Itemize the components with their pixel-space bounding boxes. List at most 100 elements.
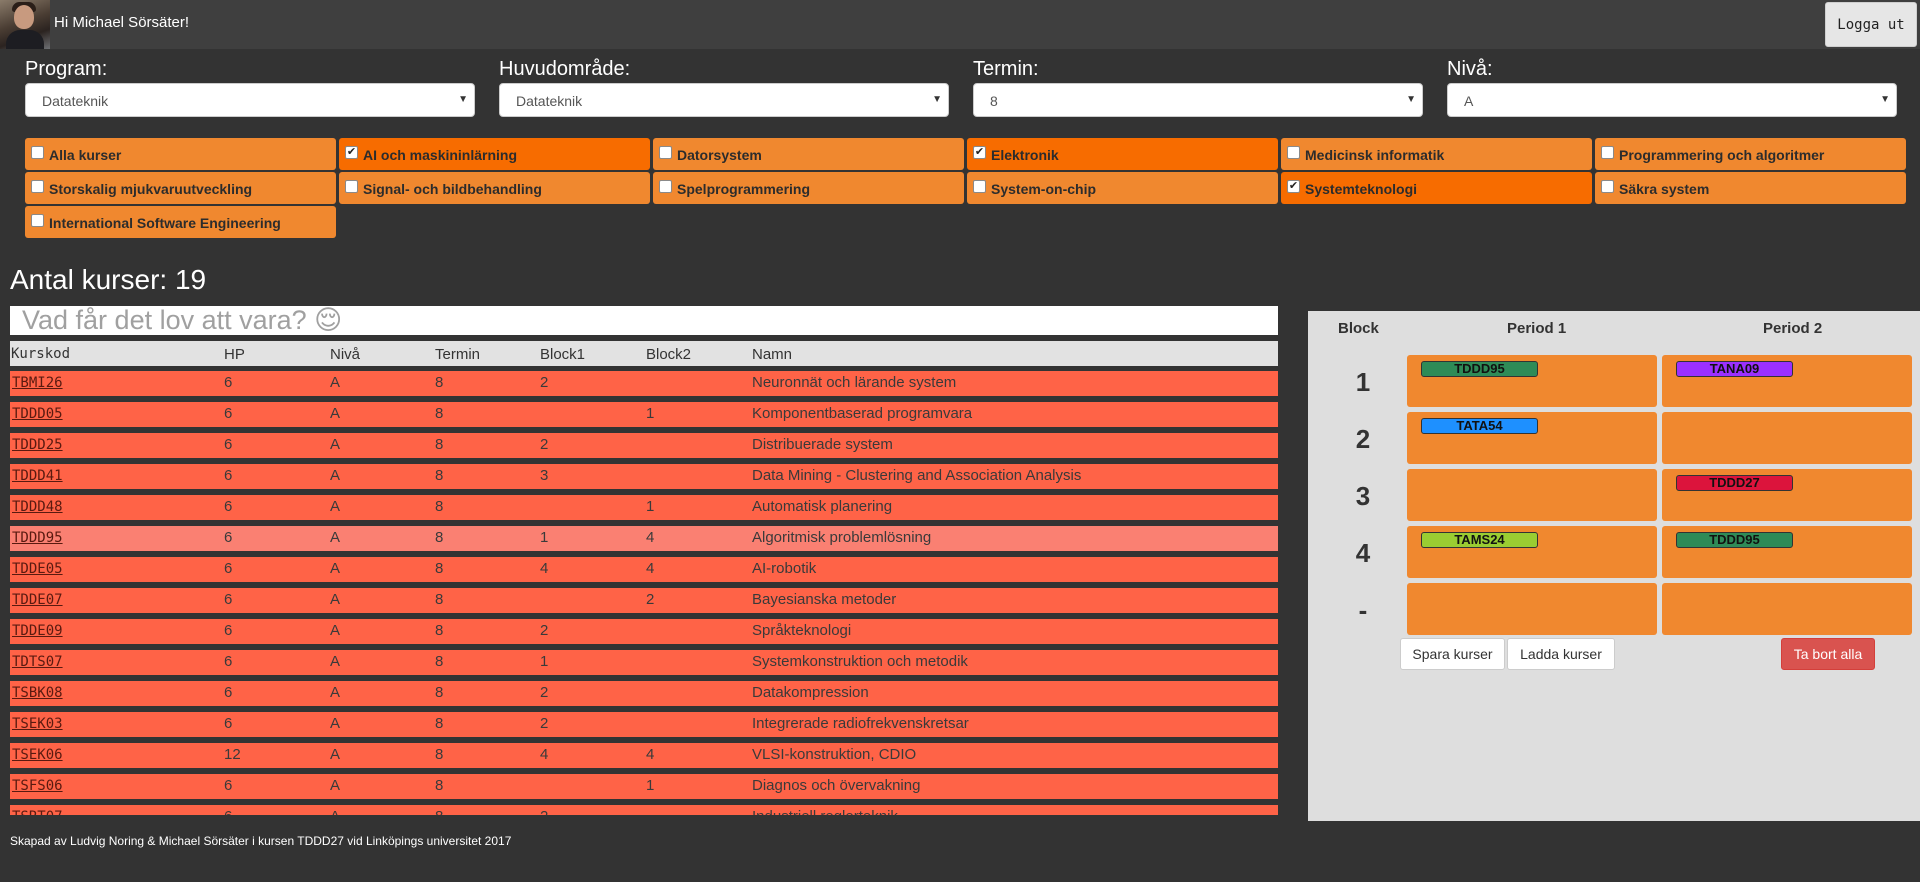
course-code-link[interactable]: TDDE07 — [12, 592, 63, 608]
schedule-cell-period2[interactable]: TDDD95 — [1662, 526, 1912, 578]
category-toggle[interactable]: System-on-chip — [967, 172, 1278, 204]
course-code-link[interactable]: TDDD95 — [12, 530, 63, 546]
remove-all-button[interactable]: Ta bort alla — [1781, 638, 1875, 670]
category-checkbox[interactable] — [345, 180, 358, 193]
table-row[interactable]: TDDD41 6 A 8 3 Data Mining - Clustering and A… — [10, 464, 1278, 489]
column-header-block2[interactable]: Block2 — [646, 346, 691, 363]
category-toggle[interactable]: International Software Engineering — [25, 206, 336, 238]
category-checkbox[interactable]: ✔ — [1287, 180, 1300, 193]
column-header-code[interactable]: Kurskod — [11, 346, 70, 362]
schedule-cell-period1[interactable] — [1407, 469, 1657, 521]
cell-term: 8 — [435, 467, 444, 484]
course-code-link[interactable]: TDTS07 — [12, 654, 63, 670]
cell-block1: 2 — [540, 622, 549, 639]
table-row[interactable]: TBMI26 6 A 8 2 Neuronnät och lärande system — [10, 371, 1278, 396]
column-header-block1[interactable]: Block1 — [540, 346, 585, 363]
category-toggle[interactable]: ✔ Systemteknologi — [1281, 172, 1592, 204]
course-chip[interactable]: TDDD95 — [1676, 532, 1793, 548]
category-toggle[interactable]: ✔ AI och maskininlärning — [339, 138, 650, 170]
schedule-cell-period1[interactable] — [1407, 583, 1657, 635]
category-checkbox[interactable] — [659, 180, 672, 193]
schedule-cell-period2[interactable] — [1662, 583, 1912, 635]
course-chip[interactable]: TANA09 — [1676, 361, 1793, 377]
table-row[interactable]: TSEK03 6 A 8 2 Integrerade radiofrekvenskrets… — [10, 712, 1278, 737]
category-toggle[interactable]: Signal- och bildbehandling — [339, 172, 650, 204]
course-code-link[interactable]: TDDE09 — [12, 623, 63, 639]
category-checkbox[interactable]: ✔ — [345, 146, 358, 159]
cell-name: Diagnos och övervakning — [752, 777, 921, 794]
search-input[interactable] — [10, 306, 1278, 335]
column-header-hp[interactable]: HP — [224, 346, 245, 363]
course-code-link[interactable]: TDDE05 — [12, 561, 63, 577]
schedule-cell-period1[interactable]: TAMS24 — [1407, 526, 1657, 578]
category-checkbox[interactable] — [1601, 146, 1614, 159]
save-courses-button[interactable]: Spara kurser — [1400, 638, 1505, 670]
table-row[interactable]: TDTS07 6 A 8 1 Systemkonstruktion och metodik — [10, 650, 1278, 675]
schedule-cell-period2[interactable]: TDDD27 — [1662, 469, 1912, 521]
course-code-link[interactable]: TDDD48 — [12, 499, 63, 515]
course-code-link[interactable]: TSFS06 — [12, 778, 63, 794]
category-toggle[interactable]: Storskalig mjukvaruutveckling — [25, 172, 336, 204]
course-code-link[interactable]: TSRT07 — [12, 809, 63, 815]
course-code-link[interactable]: TDDD05 — [12, 406, 63, 422]
category-toggle[interactable]: Spelprogrammering — [653, 172, 964, 204]
course-code-link[interactable]: TDDD41 — [12, 468, 63, 484]
category-checkbox[interactable] — [659, 146, 672, 159]
cell-hp: 6 — [224, 374, 233, 391]
load-courses-button[interactable]: Ladda kurser — [1507, 638, 1615, 670]
category-toggle[interactable]: Säkra system — [1595, 172, 1906, 204]
column-header-term[interactable]: Termin — [435, 346, 480, 363]
table-row[interactable]: TDDE09 6 A 8 2 Språkteknologi — [10, 619, 1278, 644]
column-header-name[interactable]: Namn — [752, 346, 792, 363]
course-code-link[interactable]: TSEK06 — [12, 747, 63, 763]
table-row[interactable]: TDDD48 6 A 8 1 Automatisk planering — [10, 495, 1278, 520]
table-row[interactable]: TDDE07 6 A 8 2 Bayesianska metoder — [10, 588, 1278, 613]
category-toggle[interactable]: Datorsystem — [653, 138, 964, 170]
schedule-cell-period2[interactable]: TANA09 — [1662, 355, 1912, 407]
program-select[interactable]: Datateknik ▼ — [25, 83, 475, 117]
term-select[interactable]: 8 ▼ — [973, 83, 1423, 117]
table-row[interactable]: TSRT07 6 A 8 2 Industriell reglerteknik — [10, 805, 1278, 815]
category-toggle[interactable]: Medicinsk informatik — [1281, 138, 1592, 170]
category-checkbox[interactable]: ✔ — [973, 146, 986, 159]
table-row[interactable]: TDDD05 6 A 8 1 Komponentbaserad programvara — [10, 402, 1278, 427]
category-checkbox[interactable] — [31, 146, 44, 159]
course-chip[interactable]: TDDD95 — [1421, 361, 1538, 377]
logout-button[interactable]: Logga ut — [1825, 2, 1917, 47]
table-row[interactable]: TDDD95 6 A 8 1 4 Algoritmisk problemlösning — [10, 526, 1278, 551]
level-select-value: A — [1464, 93, 1474, 109]
area-select[interactable]: Datateknik ▼ — [499, 83, 949, 117]
course-chip[interactable]: TATA54 — [1421, 418, 1538, 434]
category-checkbox[interactable] — [973, 180, 986, 193]
cell-name: Bayesianska metoder — [752, 591, 897, 608]
schedule-cell-period1[interactable]: TATA54 — [1407, 412, 1657, 464]
cell-level: A — [330, 777, 341, 794]
cell-name: Distribuerade system — [752, 436, 893, 453]
cell-level: A — [330, 405, 341, 422]
schedule-cell-period1[interactable]: TDDD95 — [1407, 355, 1657, 407]
course-chip[interactable]: TDDD27 — [1676, 475, 1793, 491]
category-label: Medicinsk informatik — [1305, 147, 1445, 163]
category-toggle[interactable]: ✔ Elektronik — [967, 138, 1278, 170]
category-checkbox[interactable] — [31, 180, 44, 193]
column-header-level[interactable]: Nivå — [330, 346, 360, 363]
category-label: System-on-chip — [991, 181, 1097, 197]
course-code-link[interactable]: TSBK08 — [12, 685, 63, 701]
term-select-value: 8 — [990, 93, 998, 109]
category-toggle[interactable]: Programmering och algoritmer — [1595, 138, 1906, 170]
course-code-link[interactable]: TDDD25 — [12, 437, 63, 453]
level-select[interactable]: A ▼ — [1447, 83, 1897, 117]
table-row[interactable]: TDDE05 6 A 8 4 4 AI-robotik — [10, 557, 1278, 582]
course-code-link[interactable]: TBMI26 — [12, 375, 63, 391]
course-chip[interactable]: TAMS24 — [1421, 532, 1538, 548]
schedule-cell-period2[interactable] — [1662, 412, 1912, 464]
course-code-link[interactable]: TSEK03 — [12, 716, 63, 732]
category-checkbox[interactable] — [1601, 180, 1614, 193]
category-toggle[interactable]: Alla kurser — [25, 138, 336, 170]
category-checkbox[interactable] — [1287, 146, 1300, 159]
table-row[interactable]: TSBK08 6 A 8 2 Datakompression — [10, 681, 1278, 706]
table-row[interactable]: TDDD25 6 A 8 2 Distribuerade system — [10, 433, 1278, 458]
category-checkbox[interactable] — [31, 214, 44, 227]
table-row[interactable]: TSEK06 12 A 8 4 4 VLSI-konstruktion, CDIO — [10, 743, 1278, 768]
table-row[interactable]: TSFS06 6 A 8 1 Diagnos och övervakning — [10, 774, 1278, 799]
